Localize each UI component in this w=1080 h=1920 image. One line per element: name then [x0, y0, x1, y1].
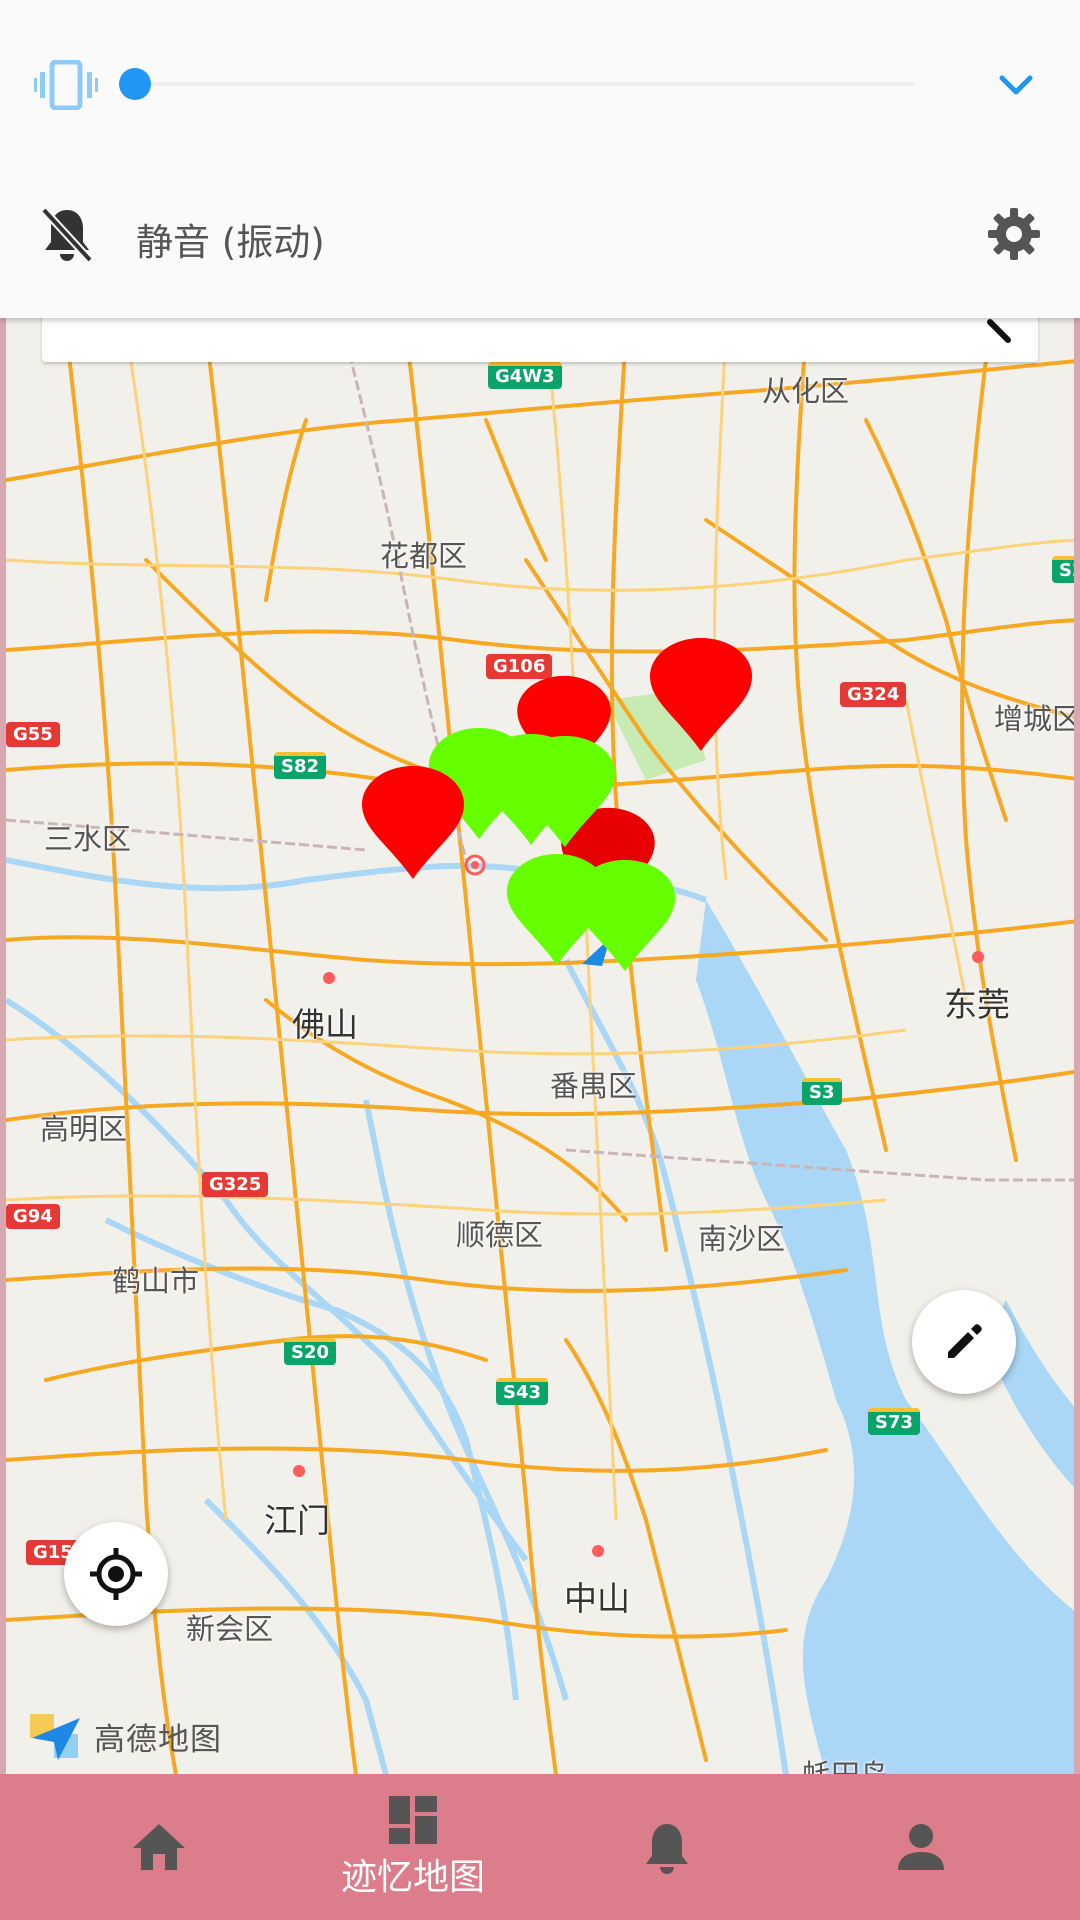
nav-item-home[interactable] [24, 1774, 294, 1920]
volume-slider-thumb[interactable] [119, 68, 151, 100]
red-map-marker[interactable] [358, 764, 468, 884]
place-label: 高明区 [40, 1112, 128, 1146]
nav-item-map[interactable]: 迹忆地图 [278, 1774, 548, 1920]
road-shield: S20 [284, 1338, 337, 1365]
amap-logo-text: 高德地图 [94, 1721, 222, 1758]
home-icon [133, 1824, 185, 1870]
road-shield: G4W3 [488, 362, 562, 389]
road-shield: S43 [496, 1378, 549, 1405]
bottom-navigation: 迹忆地图 [0, 1774, 1080, 1920]
nav-label-map: 迹忆地图 [340, 1857, 485, 1898]
crosshair-icon [90, 1548, 142, 1600]
green-map-marker[interactable] [510, 734, 620, 852]
chevron-down-icon[interactable] [994, 66, 1038, 106]
place-label: 顺德区 [456, 1218, 544, 1252]
place-label: 花都区 [380, 539, 468, 573]
road-shield: S3 [802, 1078, 842, 1105]
edit-button[interactable] [912, 1290, 1016, 1394]
road-shield: G94 [6, 1204, 60, 1229]
bell-off-icon[interactable] [40, 206, 94, 264]
amap-logo: 高德地图 [28, 1706, 222, 1766]
nav-item-notifications[interactable] [532, 1774, 802, 1920]
volume-panel: 静音 (振动) [0, 0, 1080, 318]
place-label: 增城区 [994, 702, 1080, 736]
place-label: 鹤山市 [112, 1264, 200, 1298]
place-label: 新会区 [186, 1612, 274, 1646]
road-shield: G325 [202, 1172, 269, 1197]
green-map-marker[interactable] [570, 858, 680, 976]
gear-icon[interactable] [986, 206, 1042, 262]
place-label: 番禺区 [550, 1069, 638, 1103]
nav-item-profile[interactable] [786, 1774, 1056, 1920]
pencil-icon [948, 1324, 982, 1358]
place-label: 佛山 [292, 1005, 358, 1044]
road-shield: S73 [868, 1408, 921, 1435]
vibrate-icon[interactable] [34, 60, 98, 110]
place-label: 从化区 [762, 374, 850, 408]
volume-slider-track[interactable] [134, 82, 914, 86]
place-label: 东莞 [944, 985, 1010, 1024]
person-icon [898, 1824, 944, 1870]
road-shield: S82 [274, 752, 327, 779]
amap-logo-icon [30, 1714, 80, 1760]
search-icon[interactable] [976, 312, 1016, 352]
road-shield: G55 [6, 722, 60, 747]
place-label: 江门 [264, 1501, 330, 1540]
bell-icon [646, 1824, 688, 1874]
place-label: 南沙区 [698, 1222, 786, 1256]
place-label: 蚝田岛 [802, 1758, 890, 1775]
road-shield: S2 [1052, 556, 1074, 583]
place-label: 三水区 [44, 822, 132, 856]
road-shield: G324 [840, 682, 907, 707]
ringer-mode-label: 静音 (振动) [136, 221, 325, 264]
my-location-button[interactable] [64, 1522, 168, 1626]
red-map-marker[interactable] [646, 636, 756, 756]
dashboard-icon [389, 1796, 437, 1844]
place-label: 中山 [564, 1579, 630, 1618]
